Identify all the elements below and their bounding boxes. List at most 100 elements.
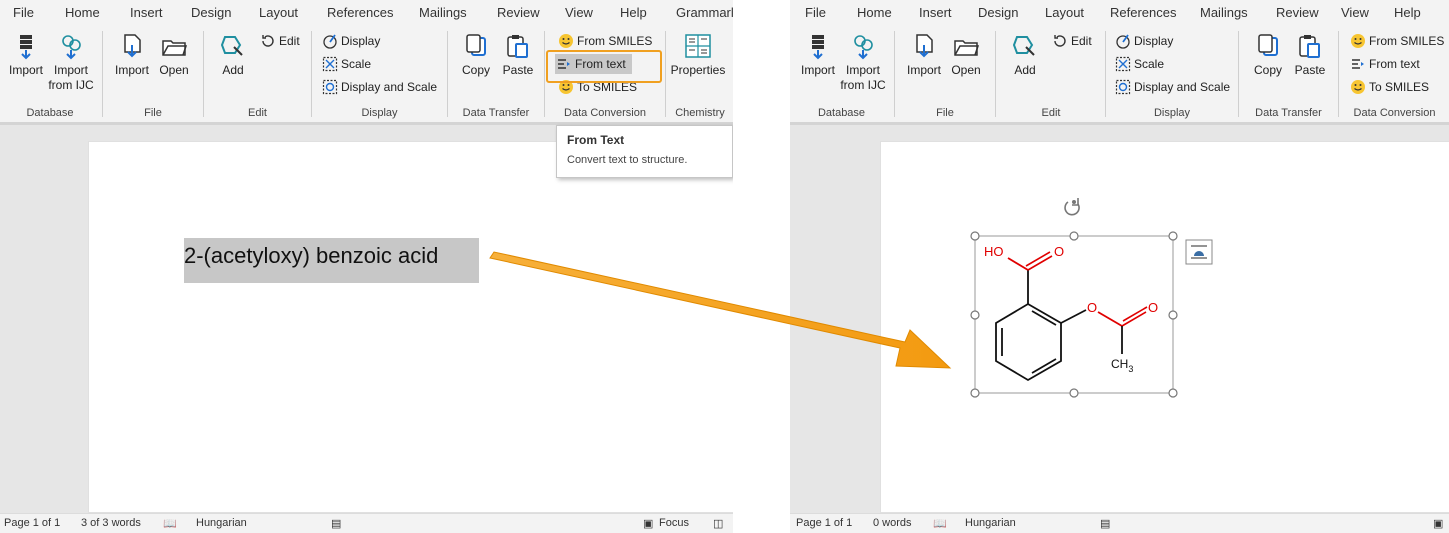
- resize-handle[interactable]: [1168, 231, 1178, 241]
- status-language[interactable]: Hungarian: [196, 517, 247, 529]
- from-text-button[interactable]: From text: [1349, 54, 1420, 74]
- menu-mailings[interactable]: Mailings: [419, 5, 467, 20]
- scale-button[interactable]: Scale: [321, 54, 371, 74]
- text-lines-icon: [1352, 59, 1364, 69]
- database-import-ijc-button[interactable]: Import from IJC: [840, 33, 886, 93]
- import-ijc-icon: [62, 35, 81, 60]
- menu-review[interactable]: Review: [1276, 5, 1319, 20]
- menu-home[interactable]: Home: [65, 5, 100, 20]
- ribbon-divider: [790, 122, 1449, 125]
- group-edit: Add Edit Edit: [997, 25, 1105, 122]
- menu-layout[interactable]: Layout: [259, 5, 298, 20]
- focus-icon[interactable]: ▣: [1433, 517, 1443, 530]
- menu-design[interactable]: Design: [191, 5, 231, 20]
- menu-insert[interactable]: Insert: [919, 5, 952, 20]
- status-words[interactable]: 0 words: [873, 517, 912, 529]
- proofing-icon[interactable]: 📖: [163, 517, 177, 530]
- ribbon-separator: [102, 31, 103, 117]
- selected-document-text[interactable]: 2-(acetyloxy) benzoic acid: [184, 238, 479, 283]
- status-page[interactable]: Page 1 of 1: [796, 517, 852, 529]
- menu-layout[interactable]: Layout: [1045, 5, 1084, 20]
- atom-ho: HO: [984, 244, 1004, 259]
- group-chemistry: Properties Chemistry: [667, 25, 733, 122]
- menu-review[interactable]: Review: [497, 5, 540, 20]
- menu-file[interactable]: File: [13, 5, 34, 20]
- macro-icon[interactable]: ▤: [1100, 517, 1110, 530]
- resize-handle[interactable]: [1069, 231, 1079, 241]
- menu-file[interactable]: File: [805, 5, 826, 20]
- ribbon-separator: [1105, 31, 1106, 117]
- menu-help[interactable]: Help: [620, 5, 647, 20]
- display-button[interactable]: Display: [1114, 31, 1173, 51]
- group-label-file: File: [144, 107, 162, 119]
- from-text-tooltip: From Text Convert text to structure.: [556, 125, 733, 178]
- display-button[interactable]: Display: [321, 31, 380, 51]
- bond: [1025, 251, 1053, 271]
- file-import-icon: [916, 34, 933, 58]
- resize-handle[interactable]: [1168, 310, 1178, 320]
- group-label-database: Database: [26, 107, 74, 119]
- edit-add-button[interactable]: Add: [1005, 33, 1045, 78]
- file-import-button[interactable]: Import: [112, 33, 152, 78]
- ribbon-separator: [995, 31, 996, 117]
- resize-handle[interactable]: [1069, 388, 1079, 398]
- scale-button[interactable]: Scale: [1114, 54, 1164, 74]
- proofing-icon[interactable]: 📖: [933, 517, 947, 530]
- database-import-ijc-button[interactable]: Import from IJC: [48, 33, 94, 93]
- bond: [1121, 306, 1148, 327]
- from-smiles-button[interactable]: From SMILES: [557, 31, 652, 51]
- display-icon: [1116, 34, 1130, 49]
- status-page[interactable]: Page 1 of 1: [4, 517, 60, 529]
- from-smiles-button[interactable]: From SMILES: [1349, 31, 1444, 51]
- menu-mailings[interactable]: Mailings: [1200, 5, 1248, 20]
- database-import-button[interactable]: Import: [798, 33, 838, 78]
- tooltip-body: Convert text to structure.: [567, 154, 688, 166]
- file-open-button[interactable]: Open: [154, 33, 194, 78]
- status-focus[interactable]: Focus: [659, 517, 689, 529]
- to-smiles-button[interactable]: To SMILES: [1349, 77, 1429, 97]
- display-and-scale-button[interactable]: Display and Scale: [321, 77, 437, 97]
- focus-icon[interactable]: ▣: [643, 517, 653, 530]
- status-language[interactable]: Hungarian: [965, 517, 1016, 529]
- database-import-button[interactable]: Import: [6, 33, 46, 78]
- rotate-handle-icon[interactable]: [1064, 198, 1080, 216]
- resize-handle[interactable]: [970, 310, 980, 320]
- group-database: Import Import from IJC Database: [790, 25, 893, 122]
- menu-references[interactable]: References: [327, 5, 393, 20]
- paste-button[interactable]: Paste: [1290, 33, 1330, 78]
- highlight-box: [546, 50, 662, 83]
- menu-home[interactable]: Home: [857, 5, 892, 20]
- menu-design[interactable]: Design: [978, 5, 1018, 20]
- menu-view[interactable]: View: [1341, 5, 1369, 20]
- properties-button[interactable]: Properties: [667, 33, 729, 78]
- group-data-transfer: Copy Paste Data Transfer: [1240, 25, 1337, 122]
- display-and-scale-button[interactable]: Display and Scale: [1114, 77, 1230, 97]
- edit-add-button[interactable]: Add: [213, 33, 253, 78]
- resize-handle[interactable]: [1168, 388, 1178, 398]
- menu-insert[interactable]: Insert: [130, 5, 163, 20]
- ribbon-separator: [447, 31, 448, 117]
- resize-handle[interactable]: [970, 388, 980, 398]
- macro-icon[interactable]: ▤: [331, 517, 341, 530]
- file-open-button[interactable]: Open: [946, 33, 986, 78]
- menu-help[interactable]: Help: [1394, 5, 1421, 20]
- edit-edit-button[interactable]: Edit: [259, 31, 300, 51]
- menu-references[interactable]: References: [1110, 5, 1176, 20]
- smiles-face-icon: [559, 34, 573, 48]
- menu-grammarly[interactable]: Grammarly: [676, 5, 733, 20]
- edit-edit-button[interactable]: Edit: [1051, 31, 1092, 51]
- menu-view[interactable]: View: [565, 5, 593, 20]
- layout-options-icon[interactable]: [1185, 239, 1213, 265]
- properties-icon: [685, 34, 711, 58]
- ribbon-separator: [665, 31, 666, 117]
- copy-button[interactable]: Copy: [456, 33, 496, 78]
- molecule-object[interactable]: HO O O O CH3: [960, 190, 1220, 410]
- file-import-button[interactable]: Import: [904, 33, 944, 78]
- edit-icon: [262, 35, 274, 47]
- paste-button[interactable]: Paste: [498, 33, 538, 78]
- copy-button[interactable]: Copy: [1248, 33, 1288, 78]
- resize-handle[interactable]: [970, 231, 980, 241]
- status-words[interactable]: 3 of 3 words: [81, 517, 141, 529]
- read-mode-icon[interactable]: ◫: [713, 517, 723, 530]
- add-structure-icon: [220, 36, 243, 56]
